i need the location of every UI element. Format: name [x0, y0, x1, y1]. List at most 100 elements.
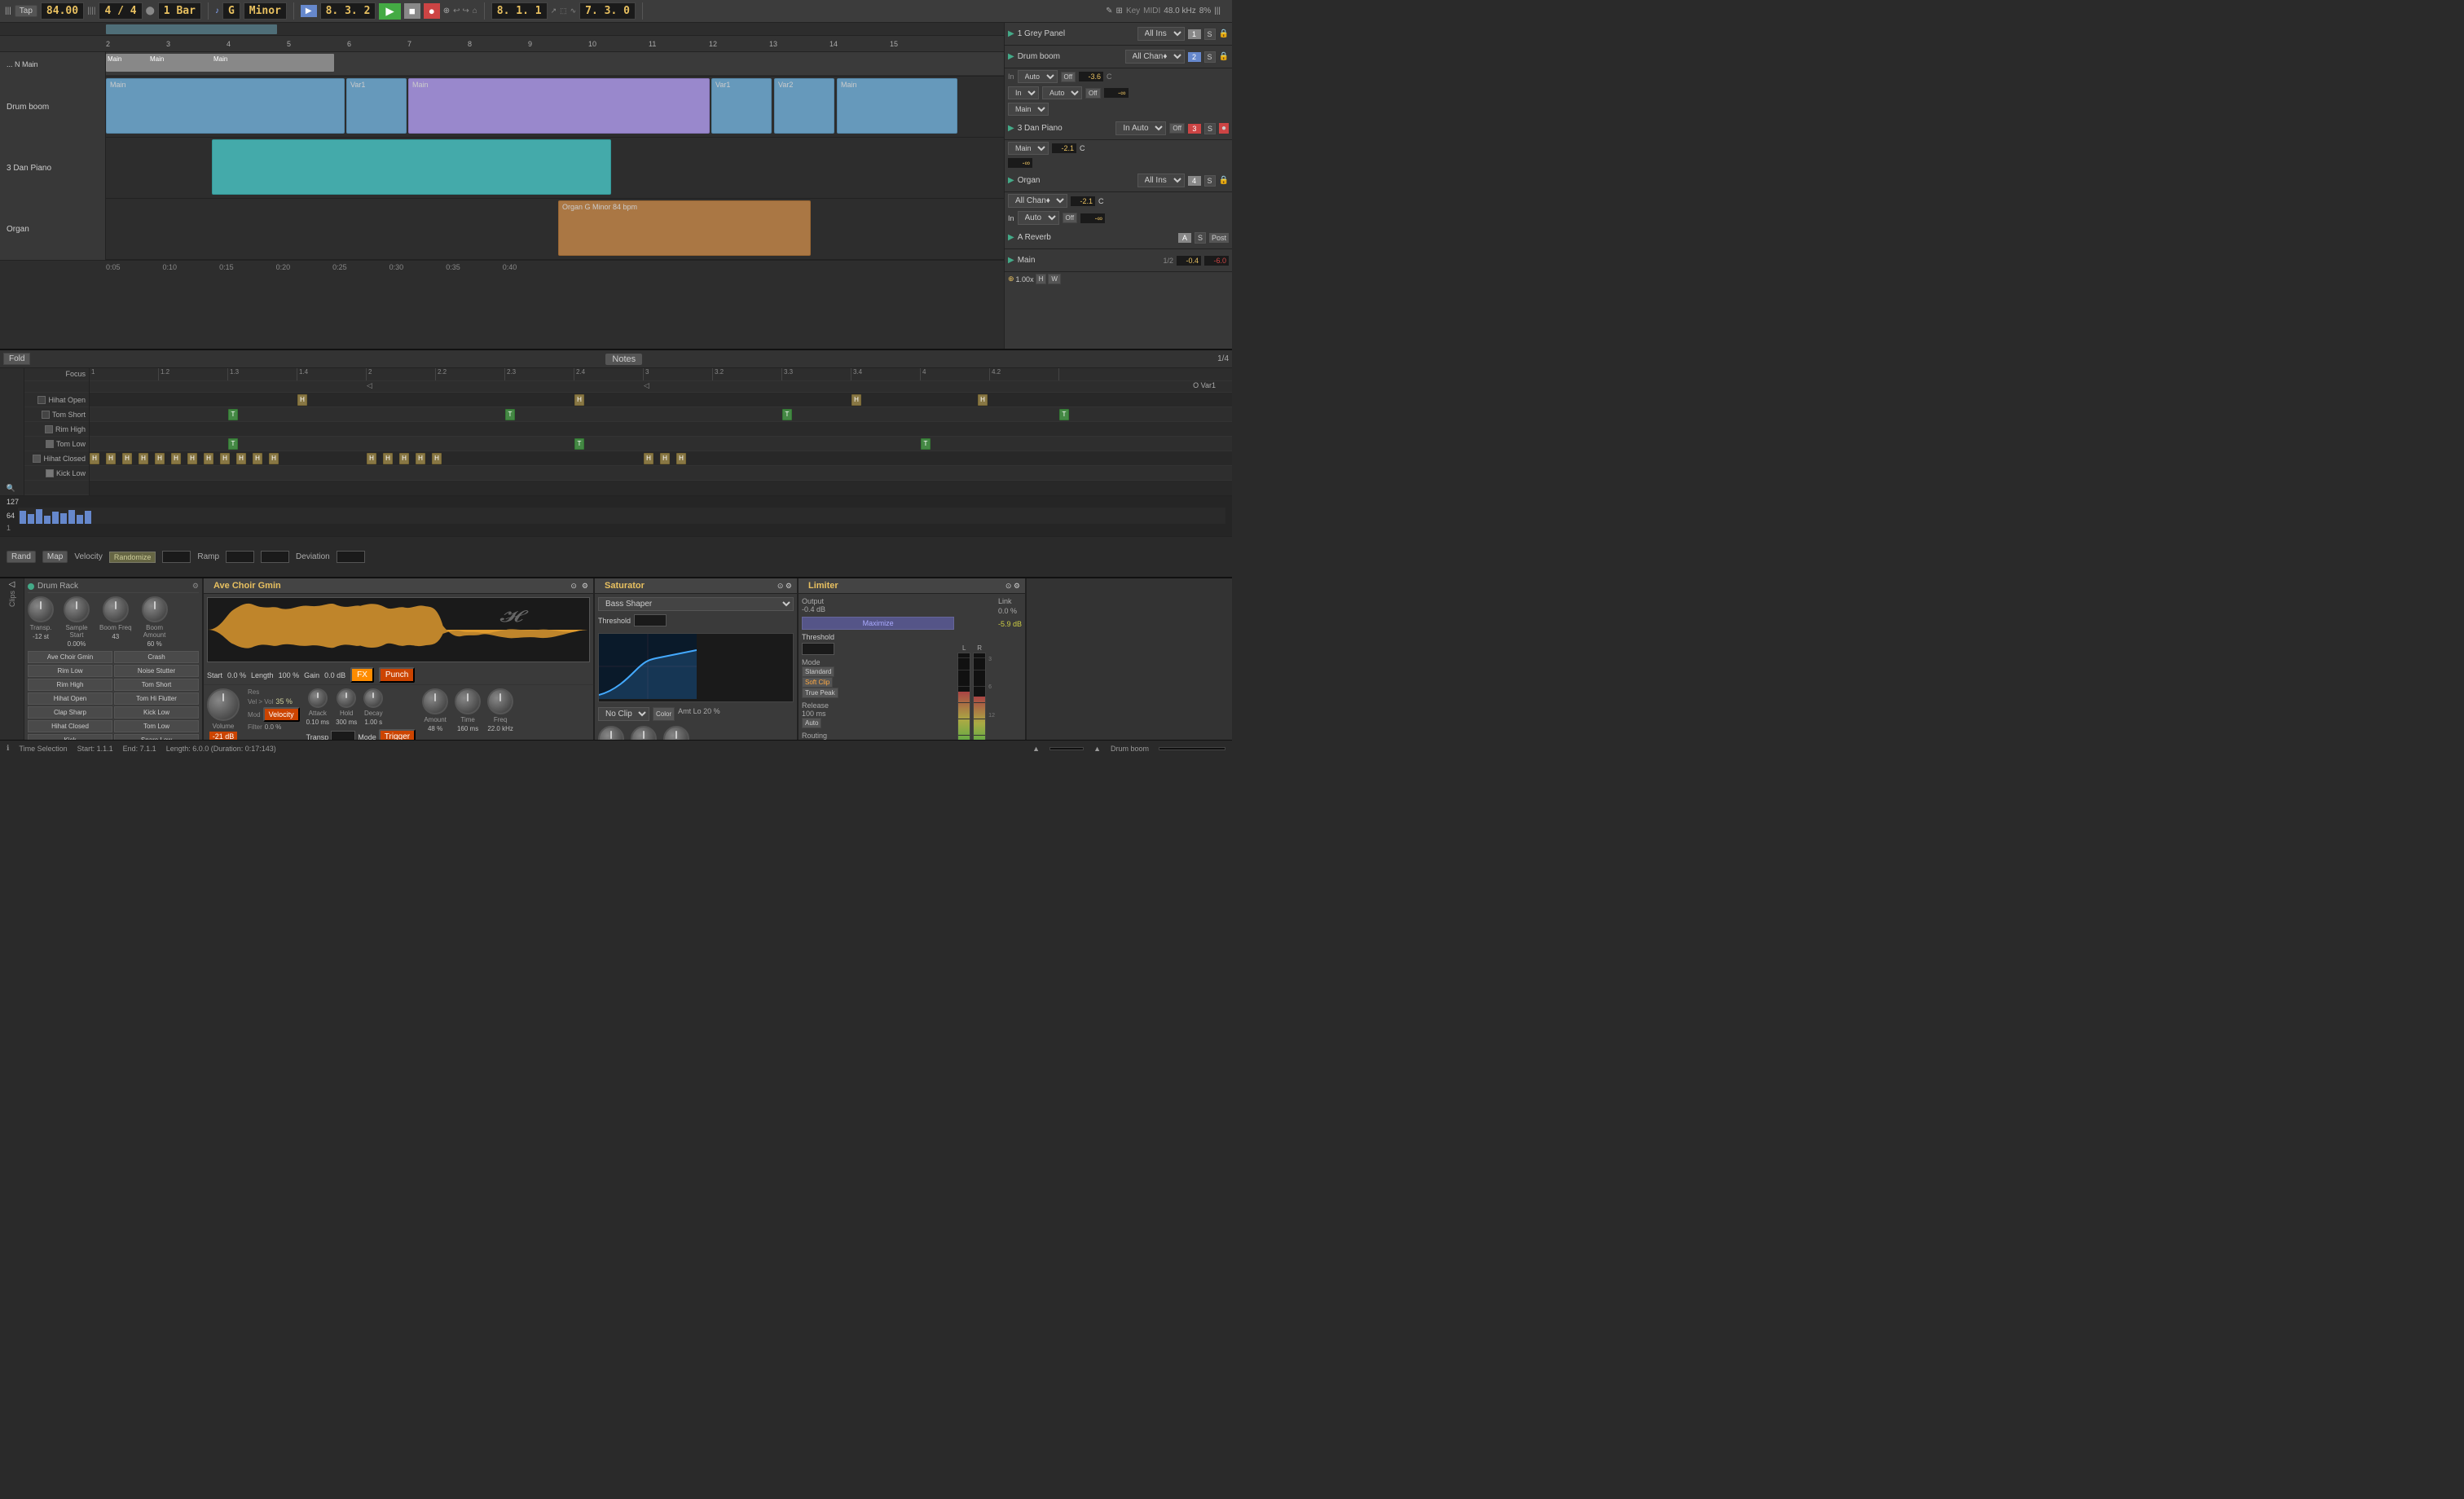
drum-s-btn[interactable]: S	[1204, 51, 1216, 63]
grid-row-rim-high[interactable]	[90, 422, 1232, 437]
clip-var1-2[interactable]: Var1	[711, 78, 772, 134]
freq-knob[interactable]	[487, 688, 513, 714]
sat-color-btn[interactable]: Color	[653, 707, 675, 721]
play-button[interactable]: ▶	[379, 3, 400, 20]
note-hc8[interactable]: H	[204, 453, 213, 464]
track-content-grey[interactable]: Main Main Main	[106, 52, 1004, 75]
organ-s-btn[interactable]: S	[1204, 175, 1216, 187]
pad-kick-low[interactable]: Kick Low	[114, 706, 199, 719]
pad-snare-low[interactable]: Snare Low	[114, 734, 199, 740]
note-hc9[interactable]: H	[220, 453, 230, 464]
note-hc13[interactable]: H	[367, 453, 376, 464]
pad-rim-low[interactable]: Rim Low	[28, 665, 112, 677]
clip-organ[interactable]: Organ G Minor 84 bpm	[558, 200, 811, 256]
sampler-volume-knob[interactable]	[207, 688, 240, 721]
note-hc11[interactable]: H	[253, 453, 262, 464]
track-content-organ[interactable]: Organ G Minor 84 bpm	[106, 199, 1004, 258]
clip-main2[interactable]: Main	[408, 78, 710, 134]
track-content-drum[interactable]: Main Var1 Main Var1 Var2 Main	[106, 77, 1004, 136]
note-hc1[interactable]: H	[90, 453, 99, 464]
note-tl3[interactable]: T	[921, 438, 931, 450]
grid-row-kick-low[interactable]	[90, 466, 1232, 481]
note-hc19[interactable]: H	[660, 453, 670, 464]
drum-key-hihat-open[interactable]: Hihat Open	[24, 393, 89, 407]
range-end[interactable]: 127	[261, 551, 289, 563]
clip-main1[interactable]: Main	[106, 78, 345, 134]
grid-row-hihat-closed[interactable]: H H H H H H H H H H H H H H H H H H H H	[90, 451, 1232, 466]
note-tl1[interactable]: T	[228, 438, 238, 450]
clip-var2[interactable]: Var2	[774, 78, 834, 134]
reverb-s-btn[interactable]: S	[1195, 232, 1206, 244]
sample-start-knob[interactable]	[64, 596, 90, 622]
drum-main-dropdown[interactable]: Main	[1008, 103, 1049, 116]
note-hc15[interactable]: H	[399, 453, 409, 464]
attack-knob[interactable]	[308, 688, 328, 708]
note-h3[interactable]: H	[851, 394, 861, 406]
drum-auto-select[interactable]: Auto	[1018, 70, 1058, 83]
drum-key-kick-low[interactable]: Kick Low	[24, 466, 89, 481]
organ-auto-select[interactable]: Auto	[1018, 211, 1059, 225]
maximize-button[interactable]: Maximize	[802, 617, 954, 630]
auto-btn[interactable]: Auto	[802, 718, 821, 728]
clip-var1[interactable]: Var1	[346, 78, 407, 134]
overview-bar[interactable]	[0, 23, 1004, 36]
drum-in-select[interactable]: In	[1008, 86, 1039, 99]
drum-key-tom-low[interactable]: Tom Low	[24, 437, 89, 451]
piano-off-btn[interactable]: Off	[1169, 123, 1185, 134]
grid-row-tom-low[interactable]: T T T	[90, 437, 1232, 451]
note-hc7[interactable]: H	[187, 453, 197, 464]
ramp-value[interactable]: 100	[226, 551, 254, 563]
amount-knob[interactable]	[422, 688, 448, 714]
pad-crash[interactable]: Crash	[114, 651, 199, 663]
drum-key-tom-short[interactable]: Tom Short	[24, 407, 89, 422]
track-content-piano[interactable]	[106, 138, 1004, 197]
sat-shape-select[interactable]: Bass Shaper	[598, 597, 794, 611]
sat-dry-wet-knob[interactable]	[663, 726, 689, 740]
transp-input[interactable]: 0 st	[331, 731, 355, 740]
pad-rim-high[interactable]: Rim High	[28, 679, 112, 691]
map-button[interactable]: Map	[42, 551, 68, 563]
drum-off-btn[interactable]: Off	[1061, 72, 1076, 82]
limiter-soft-clip-btn[interactable]: Soft Clip	[802, 677, 833, 688]
threshold-field[interactable]: -6.20	[802, 643, 834, 655]
grid-row-tom-short[interactable]: T T T T	[90, 407, 1232, 422]
velocity-mod-button[interactable]: Velocity	[263, 707, 300, 722]
organ-input-select[interactable]: All Ins	[1137, 174, 1185, 187]
pad-tom-hi[interactable]: Tom Hi Flutter	[114, 692, 199, 705]
threshold-input[interactable]: -50 dB	[634, 614, 667, 626]
note-t4[interactable]: T	[1059, 409, 1069, 420]
note-t3[interactable]: T	[782, 409, 792, 420]
trigger-button[interactable]: Trigger	[379, 729, 416, 740]
true-peak-btn[interactable]: True Peak	[802, 688, 838, 698]
pad-clap-sharp[interactable]: Clap Sharp	[28, 706, 112, 719]
note-hc5[interactable]: H	[155, 453, 165, 464]
clip-piano[interactable]	[212, 139, 611, 195]
tap-button[interactable]: Tap	[15, 5, 37, 17]
track1-input-select[interactable]: All Ins	[1137, 27, 1185, 41]
sat-output-knob[interactable]	[631, 726, 657, 740]
boom-freq-knob[interactable]	[103, 596, 129, 622]
boom-amount-knob[interactable]	[142, 596, 168, 622]
note-hc12[interactable]: H	[269, 453, 279, 464]
pad-ave-choir[interactable]: Ave Choir Gmin	[28, 651, 112, 663]
punch-button[interactable]: Punch	[379, 667, 415, 683]
note-tl2[interactable]: T	[574, 438, 584, 450]
drum-key-rim-high[interactable]: Rim High	[24, 422, 89, 437]
drum-key-hihat-closed[interactable]: Hihat Closed	[24, 451, 89, 466]
notes-tab[interactable]: Notes	[605, 354, 642, 365]
randomize-button[interactable]: Randomize	[109, 552, 156, 563]
note-t2[interactable]: T	[505, 409, 515, 420]
piano-s-btn[interactable]: S	[1204, 123, 1216, 134]
note-h4[interactable]: H	[978, 394, 988, 406]
fold-button[interactable]: Fold	[3, 353, 30, 365]
pad-tom-short[interactable]: Tom Short	[114, 679, 199, 691]
piano-input-select[interactable]: In Auto	[1115, 121, 1166, 135]
rand-button[interactable]: Rand	[7, 551, 36, 563]
sat-drive-knob[interactable]	[598, 726, 624, 740]
hold-knob[interactable]	[337, 688, 356, 708]
sat-noclip-select[interactable]: No Clip	[598, 707, 649, 721]
pad-hihat-closed[interactable]: Hihat Closed	[28, 720, 112, 732]
collapse-icon[interactable]: ◁	[9, 580, 15, 589]
decay-knob[interactable]	[363, 688, 383, 708]
note-hc17[interactable]: H	[432, 453, 442, 464]
